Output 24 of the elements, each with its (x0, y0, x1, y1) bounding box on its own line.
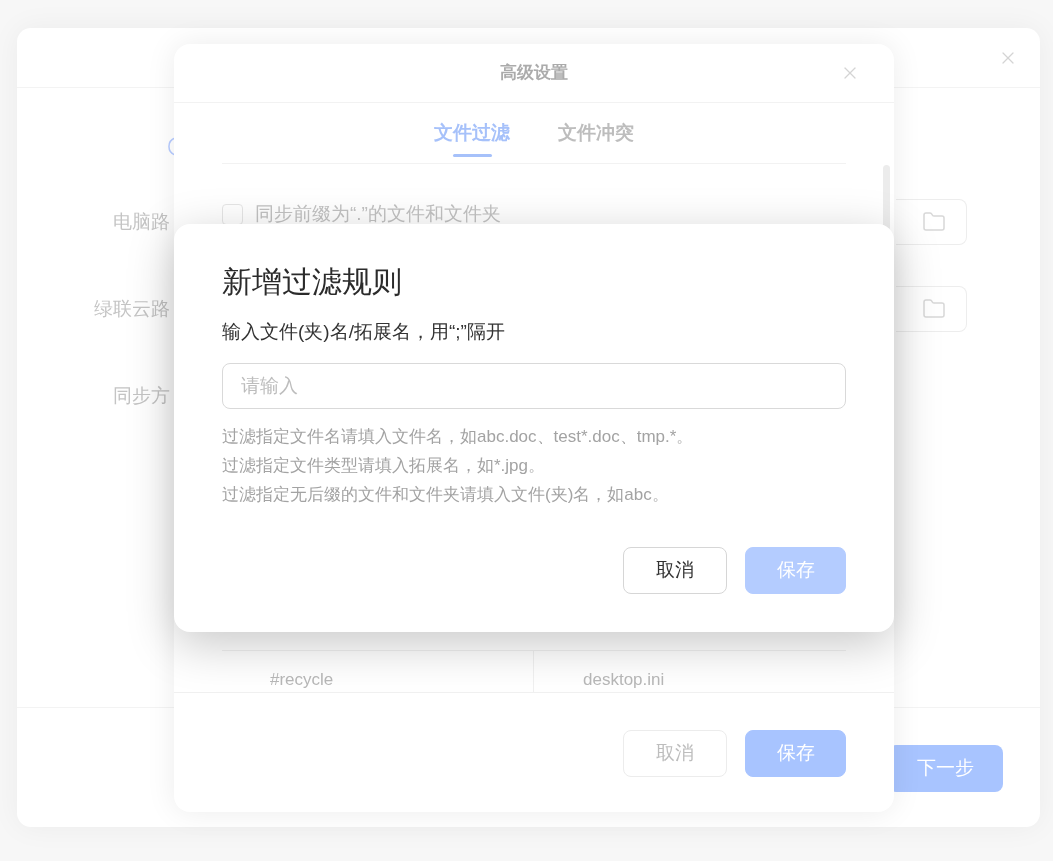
field-label: 电脑路 (113, 209, 170, 234)
folder-button[interactable] (896, 199, 967, 245)
folder-icon (922, 210, 946, 234)
tab[interactable]: 文件冲突 (558, 103, 634, 163)
field-label: 同步方 (113, 383, 170, 408)
dialog-title: 高级设置 (500, 62, 568, 85)
cancel-button[interactable]: 取消 (623, 547, 727, 594)
hint-text: 过滤指定无后缀的文件和文件夹请填入文件(夹)名，如abc。 (222, 484, 669, 506)
table-cell: desktop.ini (583, 670, 665, 689)
checkbox-label: 同步前缀为“.”的文件和文件夹 (255, 202, 501, 227)
scrollbar-thumb[interactable] (883, 165, 890, 231)
hint-text: 过滤指定文件类型请填入拓展名，如*.jpg。 (222, 455, 546, 477)
checkbox[interactable] (222, 204, 243, 225)
input-field[interactable]: 请输入 (222, 363, 846, 409)
hint-text: 过滤指定文件名请填入文件名，如abc.doc、test*.doc、tmp.*。 (222, 426, 694, 448)
instruction-text: 输入文件(夹)名/拓展名，用“;”隔开 (222, 320, 505, 344)
folder-icon (922, 297, 946, 321)
cancel-button[interactable]: 取消 (623, 730, 727, 777)
tab[interactable]: 文件过滤 (434, 103, 510, 163)
table-cell: #recycle (270, 670, 334, 689)
folder-button[interactable] (896, 286, 967, 332)
save-button[interactable]: 保存 (745, 730, 846, 777)
dialog-title: 新增过滤规则 (222, 264, 402, 300)
field-label: 绿联云路 (94, 296, 170, 321)
